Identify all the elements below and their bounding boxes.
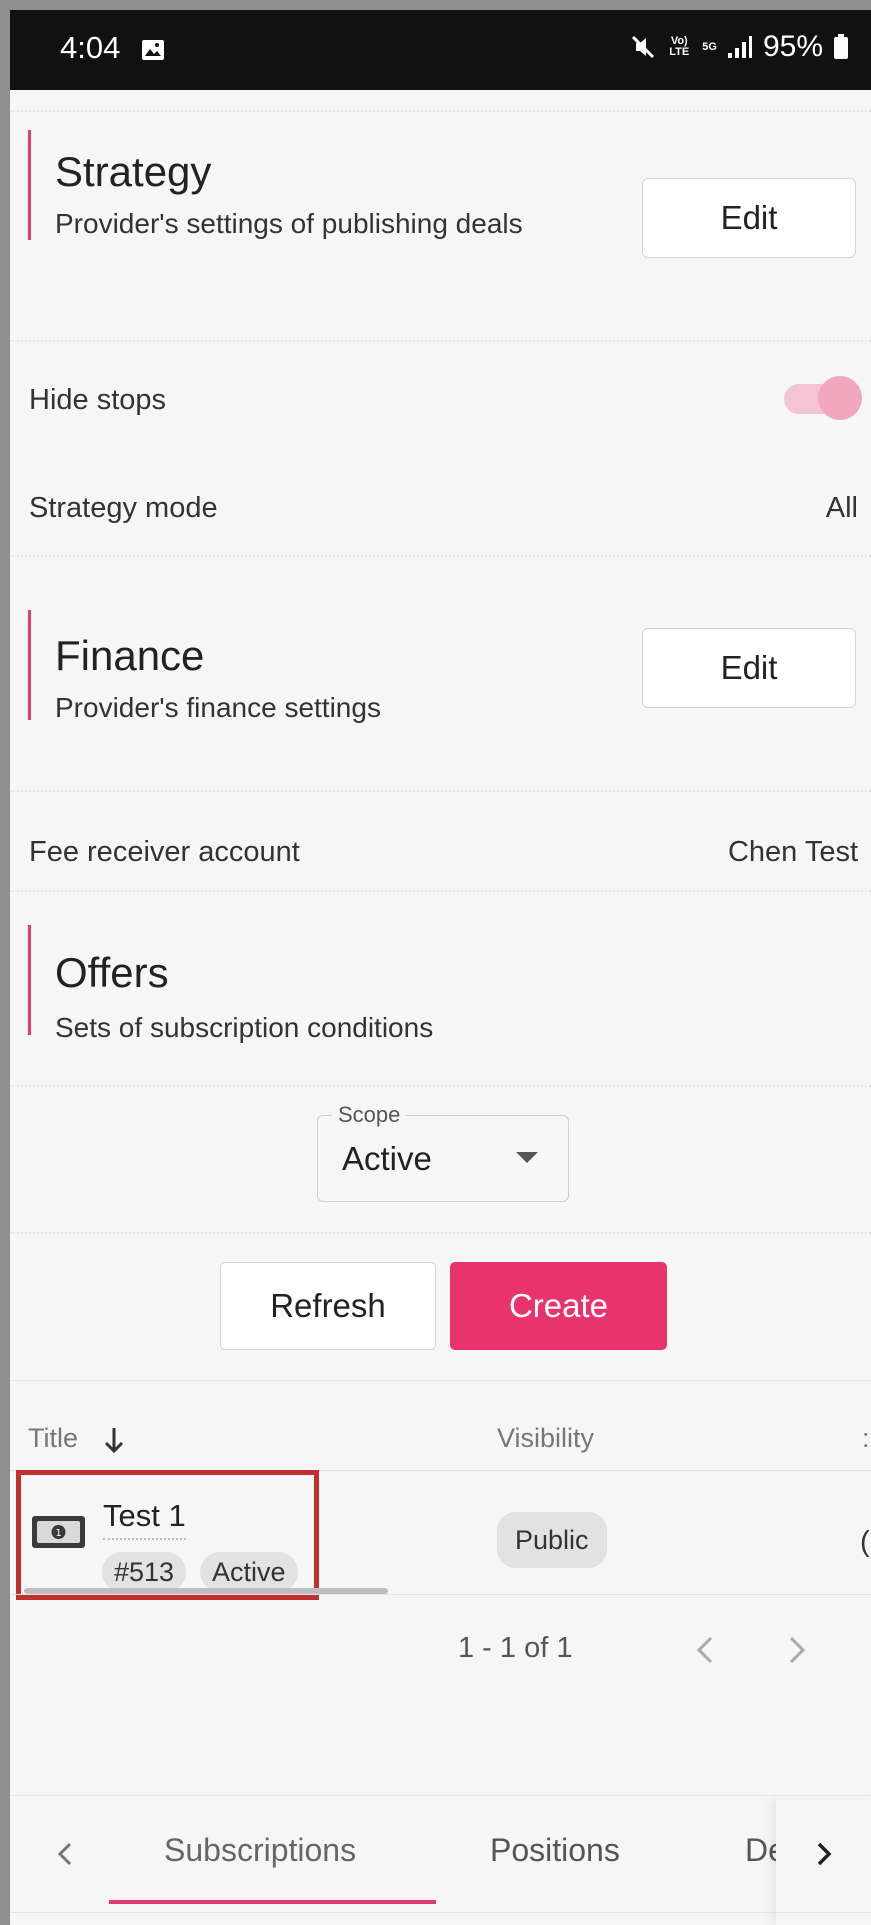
image-icon [142, 40, 164, 60]
tab-bar-divider [10, 1795, 871, 1796]
section-accent [28, 610, 31, 720]
tab-scroll-right-icon[interactable] [806, 1836, 842, 1872]
battery-percent: 95% [762, 30, 823, 63]
hide-stops-label: Hide stops [29, 384, 167, 416]
offers-section: Offers Sets of subscription conditions [28, 925, 871, 1043]
divider [10, 555, 871, 557]
active-tab-indicator [109, 1900, 436, 1904]
divider [10, 1085, 871, 1087]
tab-subscriptions[interactable]: Subscriptions [164, 1832, 356, 1869]
volte-indicator: Vo) LTE [669, 35, 690, 58]
strategy-title: Strategy [55, 148, 212, 195]
caret-down-icon [516, 1152, 538, 1163]
finance-subtitle: Provider's finance settings [55, 692, 381, 723]
create-button[interactable]: Create [450, 1262, 667, 1350]
battery-icon [834, 34, 848, 59]
divider [10, 340, 871, 342]
divider [10, 1232, 871, 1234]
mute-icon [632, 35, 655, 59]
pagination-range: 1 - 1 of 1 [458, 1632, 573, 1664]
status-indicators: Vo) LTE 5G 95% [630, 30, 849, 64]
visibility-chip: Public [497, 1512, 607, 1568]
highlight-box [16, 1470, 319, 1600]
divider [10, 110, 871, 112]
fee-receiver-value: Chen Test [727, 836, 858, 868]
strategy-mode-value: All [825, 492, 858, 524]
strategy-subtitle: Provider's settings of publishing deals [55, 208, 523, 239]
finance-edit-button[interactable]: Edit [642, 628, 856, 708]
refresh-button[interactable]: Refresh [220, 1262, 436, 1350]
table-bottom-divider [10, 1594, 871, 1595]
strategy-edit-button[interactable]: Edit [642, 178, 856, 258]
column-header-title[interactable]: Title [28, 1423, 78, 1454]
app-screen: 4:04 Vo) LTE 5G 95% Strategy Provider's … [10, 10, 871, 1925]
divider [10, 1380, 871, 1381]
divider [10, 890, 871, 892]
signal-icon [727, 36, 752, 58]
5g-indicator: 5G [702, 40, 717, 53]
sort-down-arrow-icon[interactable] [102, 1425, 126, 1455]
status-bar: 4:04 Vo) LTE 5G 95% [10, 10, 871, 90]
scope-value: Active [342, 1140, 432, 1177]
tab-scroll-left-icon[interactable] [48, 1836, 84, 1872]
divider [10, 790, 871, 792]
chevron-right-icon[interactable] [776, 1630, 816, 1670]
offers-subtitle: Sets of subscription conditions [55, 1012, 434, 1043]
status-time: 4:04 [60, 30, 121, 65]
tab-positions[interactable]: Positions [490, 1832, 620, 1869]
scope-select[interactable]: Scope Active [317, 1102, 569, 1202]
row-clipped-cell: ( [860, 1526, 870, 1558]
chevron-left-icon[interactable] [686, 1630, 726, 1670]
fee-receiver-label: Fee receiver account [29, 836, 300, 868]
scope-label: Scope [332, 1102, 407, 1128]
strategy-mode-label: Strategy mode [29, 492, 218, 524]
section-accent [28, 925, 31, 1035]
column-header-visibility[interactable]: Visibility [497, 1423, 594, 1454]
bottom-divider [10, 1912, 871, 1913]
hide-stops-toggle[interactable] [776, 374, 862, 422]
finance-title: Finance [55, 632, 205, 679]
section-accent [28, 130, 31, 240]
column-header-clipped: : [862, 1423, 870, 1453]
offers-title: Offers [55, 949, 169, 996]
toggle-knob [818, 376, 862, 420]
